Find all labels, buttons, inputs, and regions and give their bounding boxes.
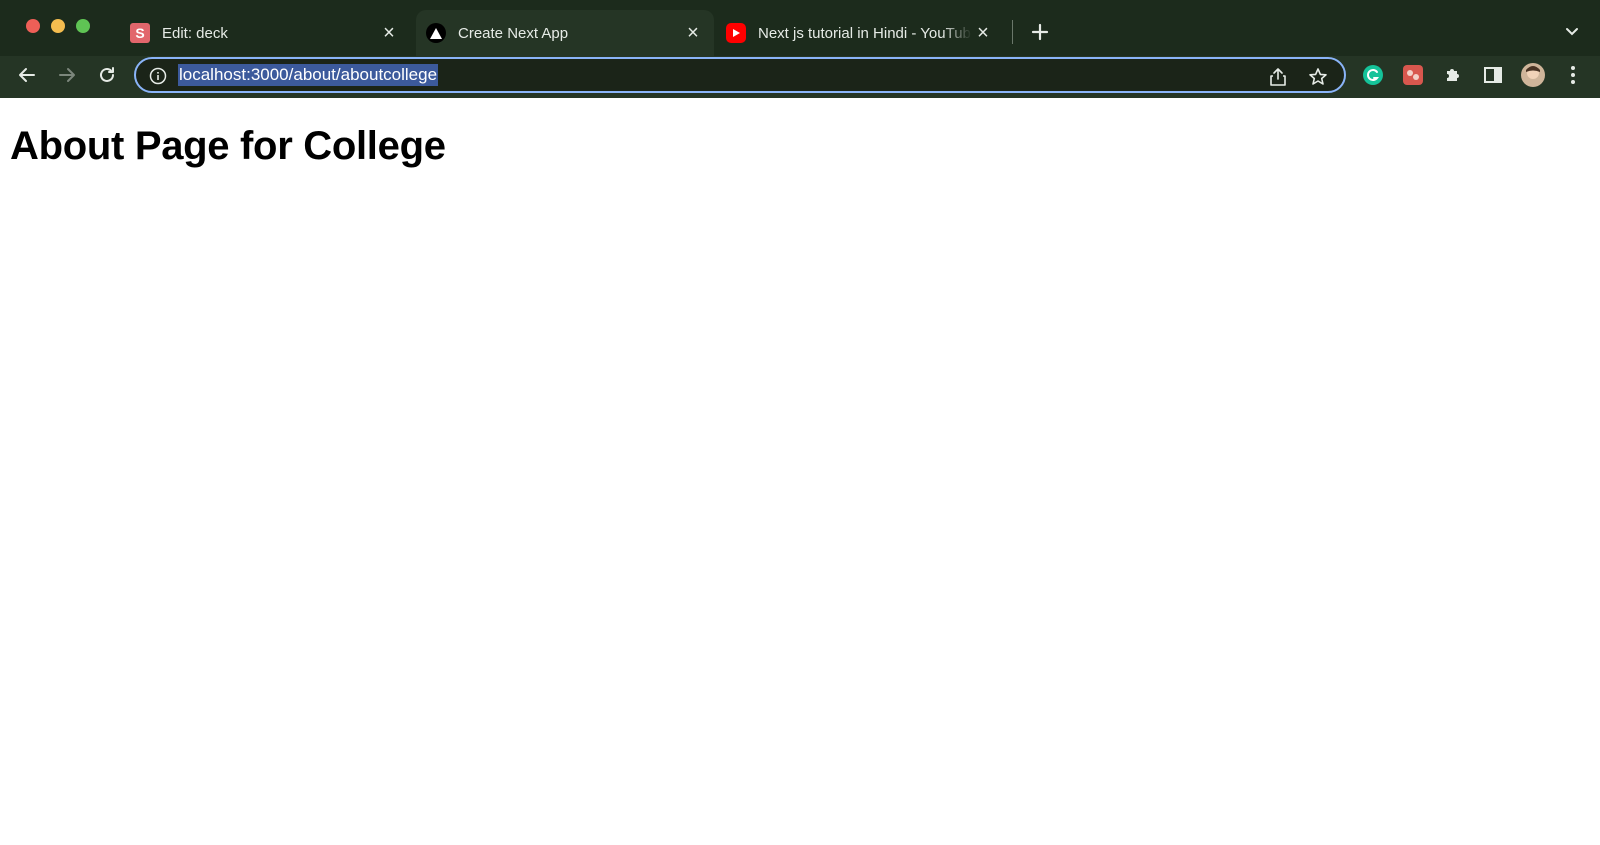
- extension-icon[interactable]: [1400, 62, 1426, 88]
- page-viewport: About Page for College: [0, 98, 1600, 845]
- info-icon[interactable]: [148, 66, 168, 86]
- minimize-window-button[interactable]: [51, 19, 65, 33]
- tab-title: Next js tutorial in Hindi - YouTube: [758, 24, 972, 42]
- maximize-window-button[interactable]: [76, 19, 90, 33]
- url-text[interactable]: localhost:3000/about/aboutcollege: [178, 64, 439, 86]
- share-icon[interactable]: [1266, 65, 1290, 89]
- tab-divider: [1012, 20, 1013, 44]
- slides-s-icon: S: [130, 23, 150, 43]
- avatar[interactable]: [1520, 62, 1546, 88]
- bookmark-star-icon[interactable]: [1306, 65, 1330, 89]
- forward-button[interactable]: [52, 60, 82, 90]
- tab-youtube[interactable]: Next js tutorial in Hindi - YouTube ×: [716, 10, 1004, 56]
- back-button[interactable]: [12, 60, 42, 90]
- arrow-left-icon: [19, 68, 35, 82]
- reload-button[interactable]: [92, 60, 122, 90]
- close-tab-icon[interactable]: ×: [378, 22, 400, 44]
- grammarly-icon[interactable]: [1360, 62, 1386, 88]
- tab-create-next-app[interactable]: Create Next App ×: [416, 10, 714, 56]
- puzzle-icon[interactable]: [1440, 62, 1466, 88]
- more-menu-icon[interactable]: [1560, 62, 1586, 88]
- address-bar[interactable]: localhost:3000/about/aboutcollege: [134, 57, 1346, 93]
- new-tab-button[interactable]: [1024, 17, 1056, 47]
- reload-icon: [100, 67, 114, 82]
- close-tab-icon[interactable]: ×: [682, 22, 704, 44]
- browser-chrome: S Edit: deck × Create Next App × Next js…: [0, 0, 1600, 98]
- tab-edit-deck[interactable]: S Edit: deck ×: [120, 10, 410, 56]
- tab-title: Create Next App: [458, 24, 569, 42]
- chevron-down-icon[interactable]: [1558, 18, 1586, 46]
- side-panel-icon[interactable]: [1480, 62, 1506, 88]
- tab-title: Edit: deck: [162, 24, 228, 42]
- youtube-icon: [726, 23, 746, 43]
- page-heading: About Page for College: [10, 124, 446, 168]
- close-tab-icon[interactable]: ×: [972, 22, 994, 44]
- arrow-right-icon: [59, 68, 75, 82]
- close-window-button[interactable]: [26, 19, 40, 33]
- nextjs-triangle-icon: [426, 23, 446, 43]
